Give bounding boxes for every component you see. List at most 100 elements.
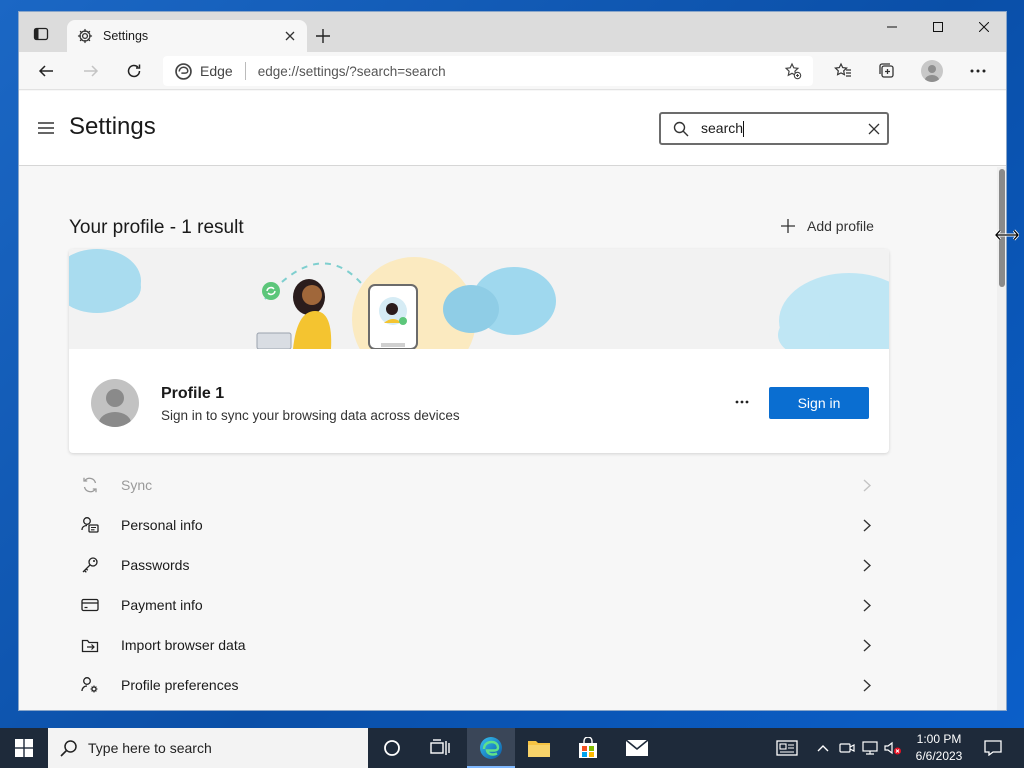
plus-icon	[781, 219, 795, 233]
settings-search-input[interactable]: search	[659, 112, 889, 145]
more-horizontal-icon	[735, 400, 749, 404]
refresh-button[interactable]	[119, 56, 149, 86]
search-value: search	[701, 119, 744, 136]
start-button[interactable]	[0, 728, 48, 768]
close-icon	[979, 22, 989, 32]
url-text[interactable]: edge://settings/?search=search	[258, 64, 446, 79]
notifications-button[interactable]	[978, 728, 1008, 768]
add-profile-button[interactable]: Add profile	[781, 218, 874, 234]
taskbar-edge-button[interactable]	[467, 728, 515, 768]
list-item-label: Sync	[121, 477, 153, 493]
task-view-icon	[430, 739, 450, 755]
minimize-button[interactable]	[869, 12, 915, 42]
vertical-scrollbar[interactable]	[997, 167, 1006, 710]
forward-arrow-icon	[84, 65, 99, 77]
sidebar-item-import-browser-data[interactable]: Import browser data	[69, 625, 889, 665]
folder-icon	[528, 741, 550, 757]
menu-button[interactable]	[35, 117, 57, 139]
news-widget-button[interactable]	[772, 728, 802, 768]
avatar	[91, 379, 139, 427]
sidebar-item-profile-preferences[interactable]: Profile preferences	[69, 665, 889, 705]
chevron-right-icon	[855, 633, 879, 657]
show-hidden-icons-button[interactable]	[812, 728, 834, 768]
settings-more-button[interactable]	[963, 56, 993, 86]
profile-subtitle: Sign in to sync your browsing data acros…	[161, 408, 460, 423]
edge-icon	[480, 737, 502, 759]
new-tab-button[interactable]	[311, 24, 335, 48]
text-caret	[743, 121, 745, 138]
close-icon	[285, 31, 295, 41]
edge-logo-icon	[175, 62, 192, 80]
volume-muted-icon	[884, 741, 901, 755]
collections-button[interactable]	[872, 56, 902, 86]
list-item-label: Payment info	[121, 597, 203, 613]
settings-header: Settings search	[19, 91, 1006, 166]
resize-cursor-icon	[995, 228, 1019, 242]
personal-info-icon	[69, 505, 109, 545]
chevron-up-icon	[817, 745, 829, 752]
more-horizontal-icon	[970, 69, 986, 73]
clear-search-button[interactable]	[861, 116, 887, 142]
volume-button[interactable]	[882, 728, 904, 768]
profile-more-button[interactable]	[729, 391, 755, 413]
search-input-text[interactable]: search	[701, 119, 861, 138]
tab-title: Settings	[103, 29, 149, 43]
tab-bar: Settings	[19, 12, 1006, 52]
chevron-right-icon	[855, 593, 879, 617]
news-icon	[776, 740, 798, 756]
file-explorer-button[interactable]	[517, 728, 561, 768]
sidebar-item-payment-info[interactable]: Payment info	[69, 585, 889, 625]
search-icon	[673, 121, 689, 137]
star-add-icon	[784, 62, 802, 80]
store-bag-icon	[579, 737, 597, 758]
taskbar-search-input[interactable]: Type here to search	[48, 728, 368, 768]
meet-now-button[interactable]	[836, 728, 858, 768]
mail-button[interactable]	[615, 728, 659, 768]
browser-toolbar: Edge edge://settings/?search=search	[19, 52, 1006, 90]
sidebar-item-passwords[interactable]: Passwords	[69, 545, 889, 585]
import-icon	[69, 625, 109, 665]
profile-row: Profile 1 Sign in to sync your browsing …	[69, 349, 889, 453]
sidebar-item-sync[interactable]: Sync	[69, 465, 889, 505]
profile-button[interactable]	[917, 56, 947, 86]
refresh-icon	[127, 64, 141, 78]
address-separator	[244, 62, 246, 80]
browser-brand-label: Edge	[200, 63, 233, 79]
clock[interactable]: 1:00 PM 6/6/2023	[908, 731, 970, 765]
store-button[interactable]	[566, 728, 610, 768]
favorites-icon	[834, 62, 851, 77]
sidebar-item-personal-info[interactable]: Personal info	[69, 505, 889, 545]
maximize-icon	[933, 22, 943, 32]
profile-banner-illustration	[69, 249, 889, 349]
sync-icon	[69, 465, 109, 505]
search-icon	[60, 740, 77, 757]
profile-settings-list: Sync Personal info Passwords Payment inf…	[69, 465, 889, 705]
tab-close-button[interactable]	[281, 27, 299, 45]
chevron-right-icon	[855, 673, 879, 697]
address-bar[interactable]: Edge edge://settings/?search=search	[163, 56, 813, 86]
taskbar-search-placeholder: Type here to search	[88, 740, 212, 756]
taskbar: Type here to search 1:00 PM 6/6/2023	[0, 728, 1024, 768]
chevron-right-icon	[855, 553, 879, 577]
list-item-label: Personal info	[121, 517, 203, 533]
forward-button[interactable]	[76, 56, 106, 86]
avatar	[921, 60, 943, 82]
tab-actions-button[interactable]	[25, 20, 57, 48]
add-profile-label: Add profile	[807, 218, 874, 234]
network-button[interactable]	[859, 728, 881, 768]
hamburger-icon	[38, 122, 54, 134]
maximize-button[interactable]	[915, 12, 961, 42]
sign-in-button[interactable]: Sign in	[769, 387, 869, 419]
add-favorite-button[interactable]	[781, 59, 805, 83]
cortana-button[interactable]	[370, 728, 414, 768]
back-button[interactable]	[31, 56, 61, 86]
profile-name: Profile 1	[161, 385, 225, 402]
task-view-button[interactable]	[418, 728, 462, 768]
settings-page: Settings search Your profile - 1 result …	[19, 91, 1006, 710]
tab-settings[interactable]: Settings	[67, 20, 307, 52]
section-title: Your profile - 1 result	[69, 217, 244, 238]
favorites-button[interactable]	[828, 56, 858, 86]
list-item-label: Profile preferences	[121, 677, 239, 693]
browser-window: Settings Edge edge://settings/?search=se…	[18, 11, 1007, 711]
window-close-button[interactable]	[961, 12, 1006, 42]
